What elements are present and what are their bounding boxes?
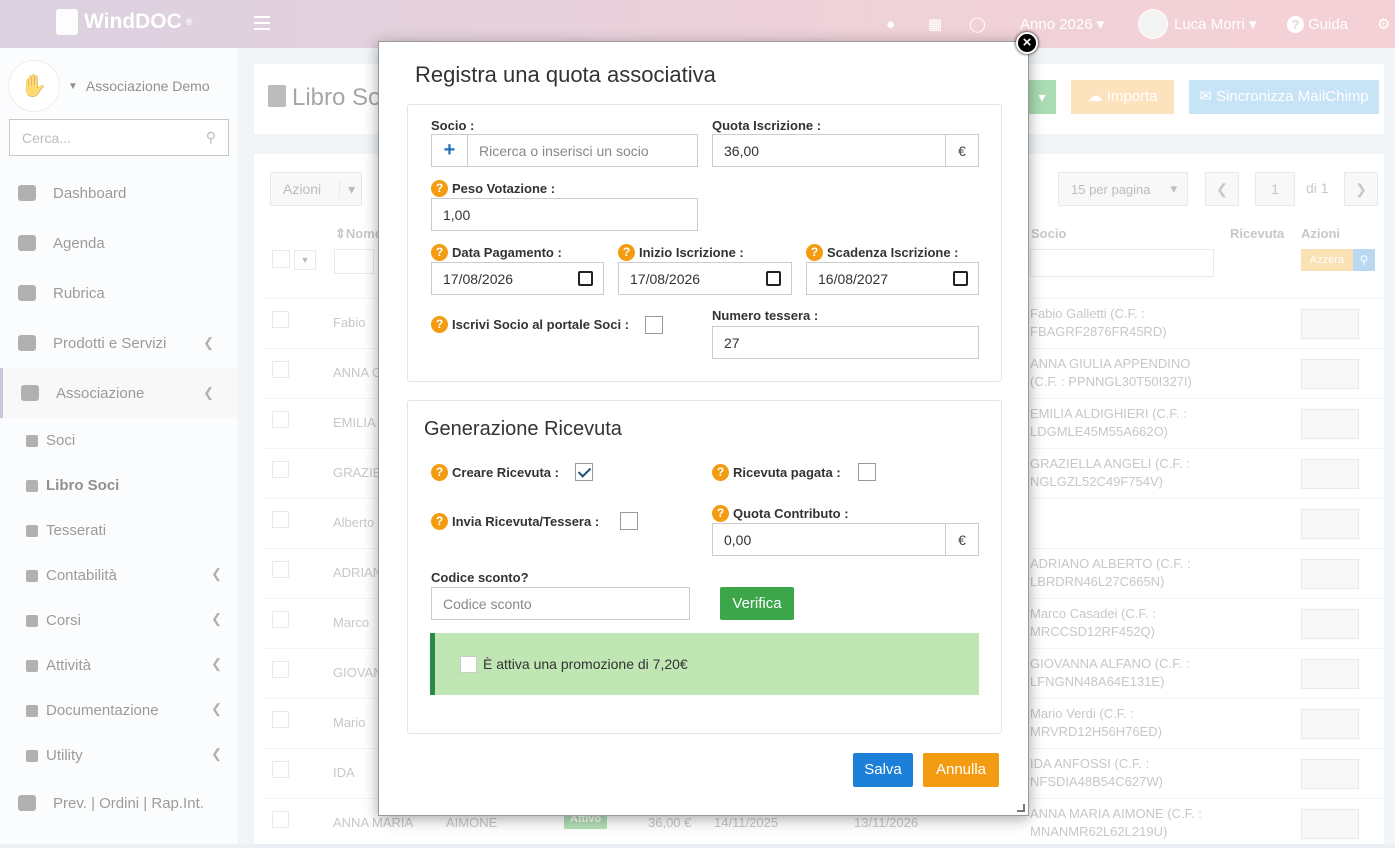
scadenza-value: 16/08/2027 [818,270,889,287]
ricevuta-pagata-checkbox[interactable] [858,463,876,481]
contributo-value: 0,00 [724,531,752,548]
invia-ricevuta-label: ? Invia Ricevuta/Tessera : [431,513,599,530]
help-icon[interactable]: ? [712,464,729,481]
quota-contributo-label: ? Quota Contributo : [712,505,849,522]
peso-label: ? Peso Votazione : [431,180,555,197]
help-icon[interactable]: ? [618,244,635,261]
calendar-icon[interactable] [766,271,781,286]
contributo-text: Quota Contributo : [733,506,849,521]
help-icon[interactable]: ? [431,316,448,333]
portale-label: ? Iscrivi Socio al portale Soci : [431,316,629,333]
portale-text: Iscrivi Socio al portale Soci : [452,317,630,332]
data-pagamento-value: 17/08/2026 [443,270,514,287]
inizio-value: 17/08/2026 [630,270,701,287]
scadenza-text: Scadenza Iscrizione : [827,245,959,260]
creare-ricevuta-label: ? Creare Ricevuta : [431,464,559,481]
data-pagamento-input[interactable]: 17/08/2026 [431,262,604,295]
codice-sconto-input[interactable]: Codice sconto [431,587,690,620]
calendar-icon[interactable] [578,271,593,286]
socio-search-input[interactable]: Ricerca o inserisci un socio [467,134,698,167]
peso-input[interactable]: 1,00 [431,198,698,231]
tessera-input[interactable]: 27 [712,326,979,359]
scadenza-iscrizione-label: ? Scadenza Iscrizione : [806,244,959,261]
socio-label: Socio : [431,118,475,133]
help-icon[interactable]: ? [712,505,729,522]
promo-text: È attiva una promozione di 7,20€ [483,656,688,672]
quota-value: 36,00 [724,142,760,159]
data-pagamento-text: Data Pagamento : [452,245,562,260]
scadenza-iscrizione-input[interactable]: 16/08/2027 [806,262,979,295]
annulla-button[interactable]: Annulla [923,753,999,787]
pagata-text: Ricevuta pagata : [733,465,841,480]
close-icon[interactable]: × [1016,32,1038,54]
quota-label: Quota Iscrizione : [712,118,822,133]
ricevuta-section-title: Generazione Ricevuta [424,418,622,440]
verifica-button[interactable]: Verifica [720,587,794,620]
help-icon[interactable]: ? [431,464,448,481]
promo-checkbox[interactable] [460,655,477,673]
modal-title: Registra una quota associativa [415,62,716,87]
currency-addon: € [945,524,978,555]
salva-button[interactable]: Salva [853,753,913,787]
resize-handle-icon[interactable] [1017,804,1025,812]
inizio-text: Inizio Iscrizione : [639,245,744,260]
invia-ricevuta-checkbox[interactable] [620,512,638,530]
portale-checkbox[interactable] [645,316,663,334]
help-icon[interactable]: ? [431,513,448,530]
help-icon[interactable]: ? [431,180,448,197]
inizio-iscrizione-label: ? Inizio Iscrizione : [618,244,744,261]
quota-modal: Registra una quota associativa Socio : +… [378,41,1029,816]
quota-input[interactable]: 36,00 € [712,134,979,167]
creare-text: Creare Ricevuta : [452,465,559,480]
invia-text: Invia Ricevuta/Tessera : [452,514,600,529]
tessera-label: Numero tessera : [712,308,819,323]
codice-sconto-label: Codice sconto? [431,570,529,585]
inizio-iscrizione-input[interactable]: 17/08/2026 [618,262,792,295]
add-socio-button[interactable]: + [431,134,468,167]
currency-addon: € [945,135,978,166]
quota-contributo-input[interactable]: 0,00 € [712,523,979,556]
creare-ricevuta-checkbox[interactable] [575,463,593,481]
data-pagamento-label: ? Data Pagamento : [431,244,562,261]
peso-label-text: Peso Votazione : [452,181,556,196]
help-icon[interactable]: ? [431,244,448,261]
help-icon[interactable]: ? [806,244,823,261]
promo-alert: È attiva una promozione di 7,20€ [430,633,979,695]
ricevuta-pagata-label: ? Ricevuta pagata : [712,464,841,481]
calendar-icon[interactable] [953,271,968,286]
